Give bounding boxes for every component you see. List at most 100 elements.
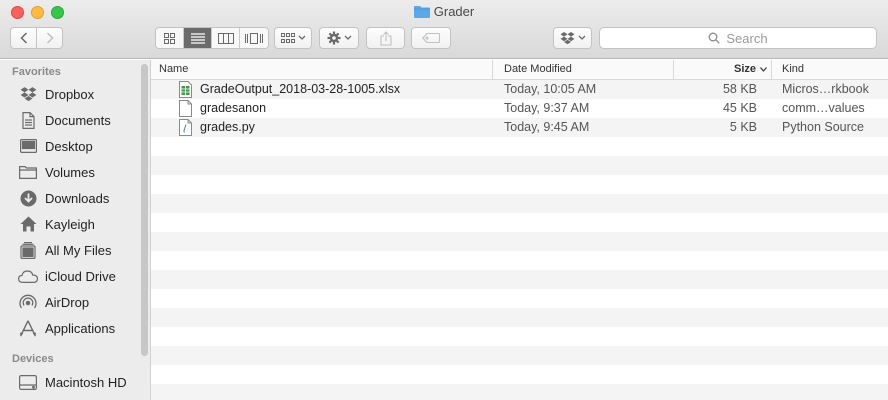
file-size: 58 KB xyxy=(722,82,757,96)
sidebar-item-icloud-drive[interactable]: iCloud Drive xyxy=(18,265,116,287)
cover-flow-view-button[interactable] xyxy=(240,28,268,48)
empty-row xyxy=(151,251,888,270)
dropbox-icon xyxy=(18,85,38,103)
dropbox-toolbar-button[interactable] xyxy=(553,27,592,49)
icon-view-button[interactable] xyxy=(156,28,184,48)
file-name: GradeOutput_2018-03-28-1005.xlsx xyxy=(200,82,401,96)
empty-row xyxy=(151,289,888,308)
list-view-button[interactable] xyxy=(184,28,212,48)
share-button[interactable] xyxy=(366,27,405,49)
file-list: Name Date Modified Size Kind GradeOutput… xyxy=(151,60,888,400)
empty-row xyxy=(151,346,888,365)
column-header-kind[interactable]: Kind xyxy=(782,63,804,75)
empty-row xyxy=(151,365,888,384)
search-field[interactable]: Search xyxy=(599,27,877,49)
file-row[interactable]: gradesanon Today, 9:37 AM 45 KB comm…val… xyxy=(151,99,888,118)
forward-button[interactable] xyxy=(36,27,63,49)
sidebar-item-label: All My Files xyxy=(45,242,112,258)
back-button[interactable] xyxy=(10,27,37,49)
downloads-icon xyxy=(18,189,38,207)
window-title-text: Grader xyxy=(433,4,475,19)
sidebar-item-kayleigh[interactable]: Kayleigh xyxy=(18,213,95,235)
group-by-icon xyxy=(280,33,295,43)
column-divider[interactable] xyxy=(673,60,674,80)
empty-row xyxy=(151,213,888,232)
column-header-name[interactable]: Name xyxy=(159,63,188,75)
sidebar-item-downloads[interactable]: Downloads xyxy=(18,187,109,209)
window-title: Grader xyxy=(0,4,888,19)
icon-view-icon xyxy=(164,32,175,44)
spreadsheet-file-icon xyxy=(179,81,192,98)
folder-icon xyxy=(413,6,430,18)
sidebar-item-label: Volumes xyxy=(45,164,95,180)
column-divider[interactable] xyxy=(492,60,493,80)
file-date: Today, 9:37 AM xyxy=(504,101,590,115)
sidebar-item-label: Applications xyxy=(45,320,116,336)
empty-row xyxy=(151,308,888,327)
empty-row xyxy=(151,175,888,194)
sidebar: Favorites Dropbox Documents Desktop Volu… xyxy=(0,60,151,400)
empty-row xyxy=(151,270,888,289)
file-row[interactable]: GradeOutput_2018-03-28-1005.xlsx Today, … xyxy=(151,80,888,99)
sidebar-item-volumes[interactable]: Volumes xyxy=(18,161,95,183)
favorites-header: Favorites xyxy=(12,66,61,78)
empty-row xyxy=(151,232,888,251)
search-icon xyxy=(708,32,721,44)
sidebar-item-label: AirDrop xyxy=(45,294,90,310)
file-date: Today, 9:45 AM xyxy=(504,120,590,134)
sidebar-item-all-my-files[interactable]: All My Files xyxy=(18,239,111,261)
devices-header: Devices xyxy=(12,353,54,365)
chevron-down-icon xyxy=(578,35,585,40)
airdrop-icon xyxy=(18,293,38,311)
file-name: gradesanon xyxy=(200,101,267,115)
folder-icon xyxy=(18,163,38,181)
sidebar-item-label: Documents xyxy=(45,112,111,128)
column-header-size[interactable]: Size xyxy=(734,63,756,75)
empty-row xyxy=(151,384,888,400)
sidebar-item-label: Downloads xyxy=(45,190,110,206)
home-icon xyxy=(18,215,38,233)
finder-window: Grader Search Favorites Dropbox Document… xyxy=(0,0,888,400)
chevron-right-icon xyxy=(46,32,54,44)
file-date: Today, 10:05 AM xyxy=(504,82,597,96)
column-divider[interactable] xyxy=(771,60,772,80)
toolbar: Grader Search xyxy=(0,0,888,59)
dropbox-icon xyxy=(560,31,574,44)
chevron-left-icon xyxy=(19,32,27,44)
sidebar-item-applications[interactable]: Applications xyxy=(18,317,115,339)
desktop-icon xyxy=(18,137,38,155)
empty-row xyxy=(151,156,888,175)
sidebar-item-dropbox[interactable]: Dropbox xyxy=(18,83,94,105)
action-menu-button[interactable] xyxy=(319,27,359,49)
column-header-date-modified[interactable]: Date Modified xyxy=(504,63,572,75)
cover-flow-icon xyxy=(245,32,263,44)
empty-row xyxy=(151,194,888,213)
arrange-button[interactable] xyxy=(274,27,312,49)
sidebar-item-airdrop[interactable]: AirDrop xyxy=(18,291,89,313)
chevron-down-icon xyxy=(298,35,305,40)
hard-drive-icon xyxy=(18,373,38,391)
sidebar-item-label: Dropbox xyxy=(45,86,95,102)
empty-row xyxy=(151,137,888,156)
icloud-icon xyxy=(18,267,38,285)
sidebar-item-documents[interactable]: Documents xyxy=(18,109,111,131)
column-view-icon xyxy=(217,32,234,44)
sort-chevron-down-icon xyxy=(760,67,767,72)
column-header: Name Date Modified Size Kind xyxy=(151,60,888,80)
applications-icon xyxy=(18,319,38,337)
gear-icon xyxy=(327,31,340,45)
sidebar-item-desktop[interactable]: Desktop xyxy=(18,135,93,157)
column-view-button[interactable] xyxy=(212,28,240,48)
file-kind: comm…values xyxy=(782,101,865,115)
sidebar-item-macintosh-hd[interactable]: Macintosh HD xyxy=(18,371,127,393)
sidebar-scrollbar[interactable] xyxy=(141,64,148,356)
list-view-icon xyxy=(190,32,205,44)
file-name: grades.py xyxy=(200,120,255,134)
tags-button[interactable] xyxy=(411,27,451,49)
file-row[interactable]: grades.py Today, 9:45 AM 5 KB Python Sou… xyxy=(151,118,888,137)
file-kind: Python Source xyxy=(782,120,864,134)
empty-row xyxy=(151,327,888,346)
sidebar-item-label: Macintosh HD xyxy=(45,374,127,390)
document-file-icon xyxy=(179,100,192,117)
tag-icon xyxy=(422,33,440,43)
